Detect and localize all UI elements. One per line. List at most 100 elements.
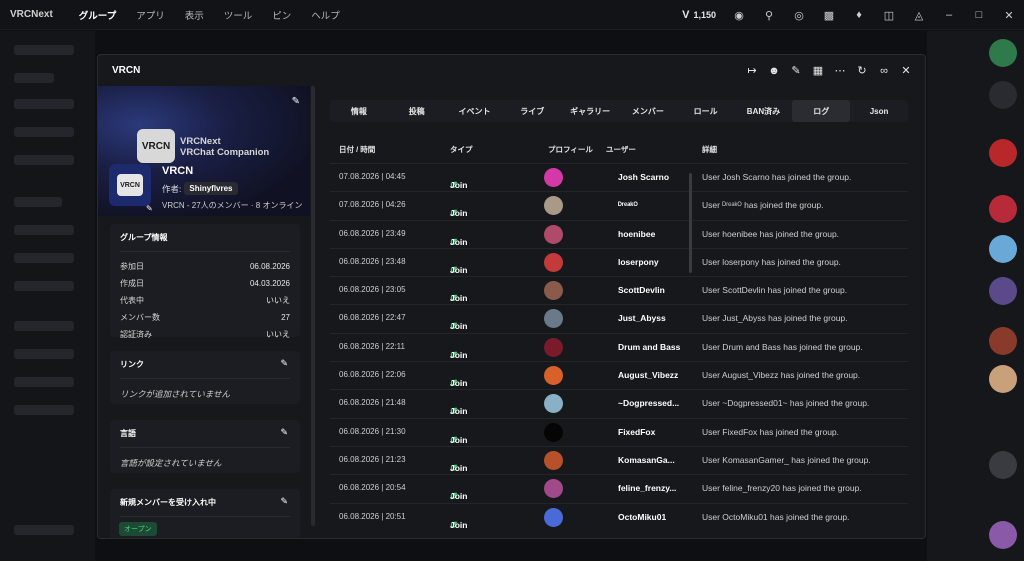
- log-user[interactable]: FixedFox: [618, 427, 655, 437]
- avatar[interactable]: [544, 366, 563, 386]
- table-row[interactable]: 07.08.2026 | 04:26 ↺ Join ᴰʳᵉᵃᵏᴼ User ᴰʳᵉᵃᵏᴼ…: [330, 191, 908, 219]
- bell-icon[interactable]: ♦: [844, 0, 874, 30]
- log-user[interactable]: Josh Scarno: [618, 172, 669, 182]
- header-type: タイプ: [450, 145, 473, 154]
- log-detail: User feline_frenzy20 has joined the grou…: [702, 483, 862, 494]
- close-window-icon[interactable]: ✕: [994, 0, 1024, 30]
- tab-json[interactable]: Json: [850, 100, 908, 122]
- table-row[interactable]: 06.08.2026 | 21:23 ↺ Join KomasanGa... User …: [330, 445, 908, 474]
- log-user[interactable]: August_Vibezz: [618, 370, 678, 380]
- vrc-plus-counter[interactable]: V 1,150: [674, 9, 724, 21]
- tab-info[interactable]: 情報: [330, 100, 388, 122]
- background-sidebar: [0, 31, 95, 561]
- table-row[interactable]: 06.08.2026 | 23:05 ↺ Join ScottDevlin User S…: [330, 276, 908, 304]
- log-type-label: Join: [450, 462, 468, 473]
- tab-gallery[interactable]: ギャラリー: [561, 100, 619, 122]
- banner-title: VRCNext: [180, 136, 221, 147]
- avatar[interactable]: [544, 196, 563, 216]
- log-user[interactable]: Drum and Bass: [618, 342, 680, 352]
- log-type-label: Join: [450, 434, 468, 445]
- log-user[interactable]: OctoMiku01: [618, 512, 666, 522]
- menu-groups[interactable]: グループ: [69, 8, 126, 22]
- log-detail: User Just_Abyss has joined the group.: [702, 313, 848, 324]
- edit-avatar-icon[interactable]: ✎: [146, 204, 153, 213]
- dialog-title: VRCN: [112, 65, 141, 76]
- table-row[interactable]: 06.08.2026 | 22:11 ↺ Join Drum and Bass User…: [330, 332, 908, 361]
- banner-subtitle: VRChat Companion: [180, 147, 270, 158]
- edit-banner-icon[interactable]: ✎: [292, 96, 300, 107]
- edit-links-icon[interactable]: ✎: [280, 358, 288, 369]
- tab-log[interactable]: ログ: [792, 100, 851, 122]
- avatar[interactable]: [544, 337, 563, 357]
- info-key: 作成日: [120, 279, 144, 288]
- join-policy-badge: オープン: [119, 522, 157, 536]
- log-user[interactable]: KomasanGa...: [618, 455, 675, 465]
- tab-posts[interactable]: 投稿: [388, 100, 446, 122]
- refresh-icon[interactable]: ↻: [851, 60, 873, 82]
- tab-live[interactable]: ライブ: [503, 100, 561, 122]
- log-type-label: Join: [450, 208, 468, 219]
- messages-icon[interactable]: ▩: [814, 0, 844, 30]
- table-row[interactable]: 06.08.2026 | 21:48 ↺ Join ~Dogpressed... Use…: [330, 389, 908, 417]
- log-user[interactable]: hoenibee: [618, 229, 655, 239]
- table-row[interactable]: 06.08.2026 | 21:30 ↺ Join FixedFox User Fixe…: [330, 417, 908, 446]
- log-user[interactable]: Just_Abyss: [618, 313, 666, 323]
- table-row[interactable]: 06.08.2026 | 22:47 ↺ Join Just_Abyss User Ju…: [330, 304, 908, 332]
- log-user[interactable]: ᴰʳᵉᵃᵏᴼ: [618, 200, 638, 210]
- avatar[interactable]: [544, 422, 563, 442]
- tab-members[interactable]: メンバー: [619, 100, 677, 122]
- more-icon[interactable]: ⋯: [829, 60, 851, 82]
- post-icon[interactable]: ✎: [785, 60, 807, 82]
- maximize-icon[interactable]: □: [964, 0, 994, 30]
- right-panel-toggle-icon[interactable]: ◬: [904, 0, 934, 30]
- log-user[interactable]: ScottDevlin: [618, 285, 665, 295]
- info-value: 27: [281, 313, 290, 322]
- menu-app[interactable]: アプリ: [126, 8, 175, 22]
- tab-events[interactable]: イベント: [446, 100, 504, 122]
- table-row[interactable]: 06.08.2026 | 20:51 ↺ Join OctoMiku01 User Oc…: [330, 502, 908, 531]
- log-type-label: Join: [450, 180, 468, 190]
- avatar[interactable]: [544, 507, 563, 527]
- menu-tools[interactable]: ツール: [214, 8, 263, 22]
- close-icon[interactable]: ✕: [895, 60, 917, 82]
- table-row[interactable]: 06.08.2026 | 23:48 ↺ Join loserpony User los…: [330, 247, 908, 276]
- avatar[interactable]: [544, 281, 563, 301]
- join-policy-title: 新規メンバーを受け入れ中: [120, 498, 216, 507]
- table-row[interactable]: 06.08.2026 | 22:06 ↺ Join August_Vibezz User…: [330, 361, 908, 389]
- edit-languages-icon[interactable]: ✎: [280, 427, 288, 438]
- avatar[interactable]: [544, 309, 563, 329]
- table-row[interactable]: 06.08.2026 | 23:49 ↺ Join hoenibee User hoen…: [330, 219, 908, 248]
- main-menu: グループ アプリ 表示 ツール ピン ヘルプ: [69, 8, 350, 22]
- menu-view[interactable]: 表示: [175, 8, 214, 22]
- table-row[interactable]: 06.08.2026 | 20:54 ↺ Join feline_frenzy... U…: [330, 474, 908, 502]
- link-icon[interactable]: ∞: [873, 60, 895, 82]
- calendar-icon[interactable]: ▦: [807, 60, 829, 82]
- right-scrollbar[interactable]: [689, 173, 692, 273]
- avatar[interactable]: [544, 168, 563, 187]
- avatar[interactable]: [544, 224, 563, 244]
- avatar[interactable]: [544, 252, 563, 272]
- left-panel-toggle-icon[interactable]: ◫: [874, 0, 904, 30]
- table-row[interactable]: 07.08.2026 | 04:45 ↺ Join Josh Scarno User J…: [330, 163, 908, 191]
- log-date: 06.08.2026 | 20:51: [339, 511, 406, 521]
- edit-join-policy-icon[interactable]: ✎: [280, 496, 288, 507]
- record-icon[interactable]: ◎: [784, 0, 814, 30]
- avatar[interactable]: [544, 479, 563, 499]
- menu-help[interactable]: ヘルプ: [301, 8, 350, 22]
- log-user[interactable]: loserpony: [618, 257, 659, 267]
- leave-group-icon[interactable]: ↦: [741, 60, 763, 82]
- avatar[interactable]: [544, 394, 563, 414]
- group-info-panel: ✎ VRCN VRCNext VRChat Companion VRCN ✎ V…: [98, 86, 310, 538]
- log-user[interactable]: feline_frenzy...: [618, 483, 676, 493]
- tab-roles[interactable]: ロール: [677, 100, 735, 122]
- tab-banned[interactable]: BAN済み: [735, 100, 793, 122]
- avatar[interactable]: [544, 450, 563, 470]
- invite-user-icon[interactable]: ☻: [763, 60, 785, 82]
- author-chip[interactable]: Shinyflvres: [184, 182, 238, 195]
- chat-badge-icon[interactable]: ◉: [724, 0, 754, 30]
- menu-pin[interactable]: ピン: [262, 8, 301, 22]
- left-scrollbar[interactable]: [311, 86, 315, 526]
- log-user[interactable]: ~Dogpressed...: [618, 398, 679, 408]
- minimize-icon[interactable]: –: [934, 0, 964, 30]
- search-icon[interactable]: ⚲: [754, 0, 784, 30]
